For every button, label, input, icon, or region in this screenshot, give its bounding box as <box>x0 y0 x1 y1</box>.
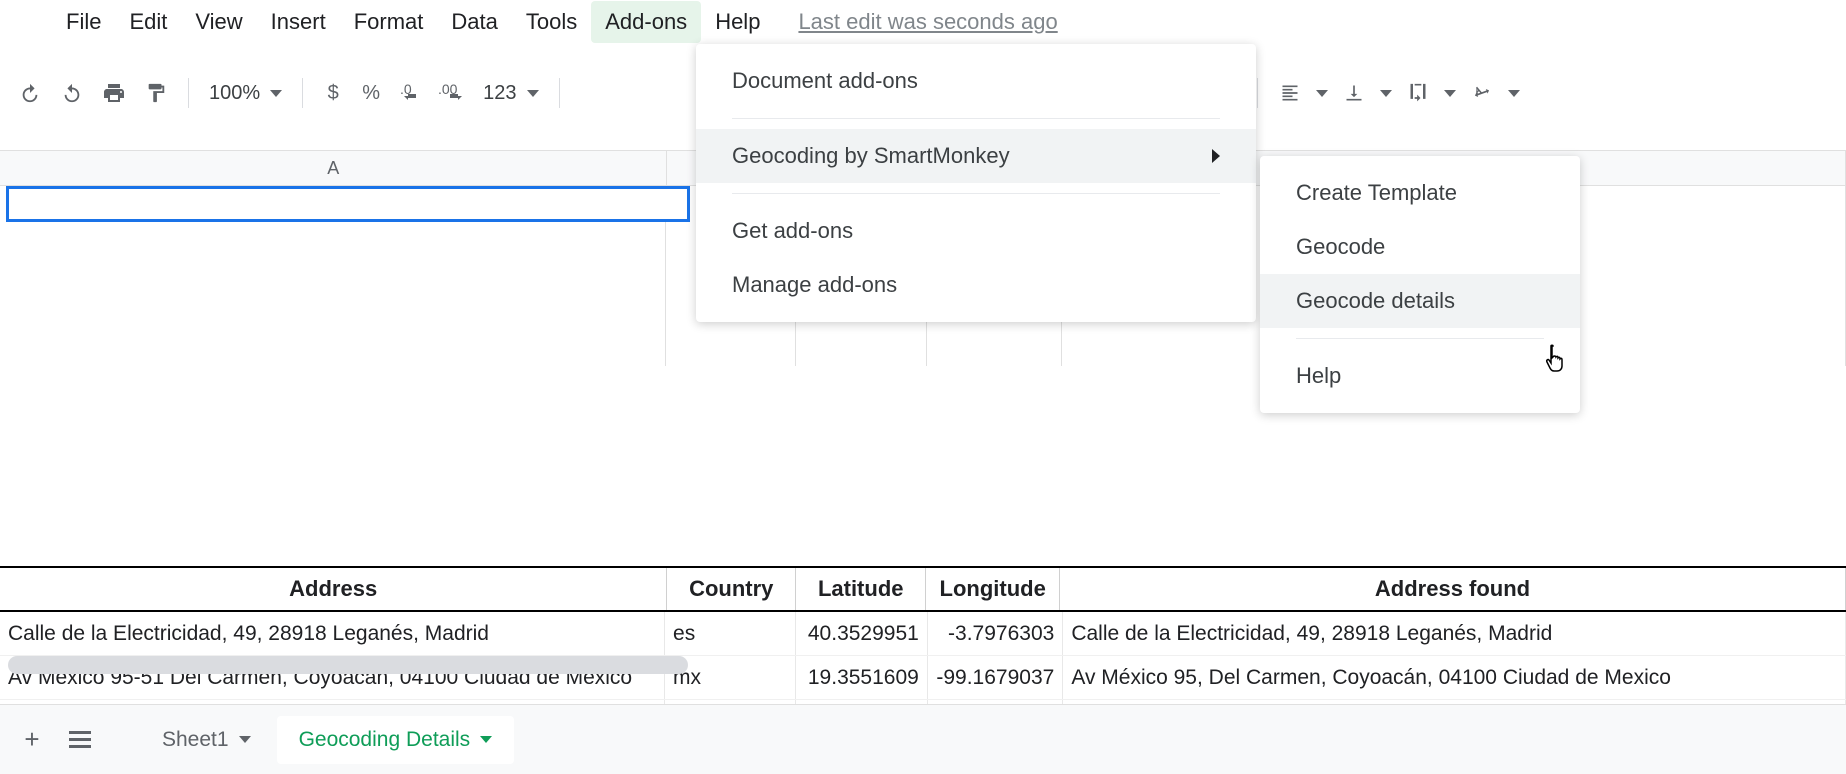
chevron-down-icon <box>1316 90 1328 97</box>
menu-item-label: Get add-ons <box>732 218 853 244</box>
toolbar-separator <box>1257 78 1258 108</box>
tab-geocoding-details[interactable]: Geocoding Details <box>277 716 515 764</box>
menu-item-label: Geocoding by SmartMonkey <box>732 143 1010 169</box>
header-country[interactable]: Country <box>667 568 796 610</box>
paint-format-button[interactable] <box>136 73 176 113</box>
menu-item-label: Geocode details <box>1296 288 1455 314</box>
decrease-decimal-button[interactable]: .0 <box>391 73 431 113</box>
column-header-a[interactable]: A <box>0 151 667 185</box>
menu-addons[interactable]: Add-ons <box>591 1 701 43</box>
menu-data[interactable]: Data <box>437 1 511 43</box>
redo-button[interactable] <box>52 73 92 113</box>
menu-separator <box>1296 338 1544 339</box>
sheet-tabs-bar: + Sheet1 Geocoding Details <box>0 704 1846 774</box>
menu-get-addons[interactable]: Get add-ons <box>696 204 1256 258</box>
submenu-help[interactable]: Help <box>1260 349 1580 403</box>
submenu-geocode-details[interactable]: Geocode details <box>1260 274 1580 328</box>
undo-button[interactable] <box>10 73 50 113</box>
chevron-down-icon <box>480 736 492 743</box>
header-longitude[interactable]: Longitude <box>926 568 1060 610</box>
cell-latitude[interactable]: 40.3529951 <box>796 612 928 655</box>
vertical-align-button[interactable] <box>1334 73 1374 113</box>
table-row: Calle de la Electricidad, 49, 28918 Lega… <box>0 612 1846 656</box>
toolbar-separator <box>559 78 560 108</box>
horizontal-scrollbar[interactable] <box>8 656 1846 674</box>
add-sheet-button[interactable]: + <box>10 718 54 762</box>
menu-format[interactable]: Format <box>340 1 438 43</box>
toolbar-separator <box>302 78 303 108</box>
menu-item-label: Document add-ons <box>732 68 918 94</box>
more-formats-label: 123 <box>483 82 516 105</box>
mouse-cursor-icon <box>1545 344 1569 372</box>
menu-manage-addons[interactable]: Manage add-ons <box>696 258 1256 312</box>
more-formats-dropdown[interactable]: 123 <box>475 82 546 105</box>
format-percent-button[interactable]: % <box>353 82 389 105</box>
menu-item-label: Manage add-ons <box>732 272 897 298</box>
horizontal-align-button[interactable] <box>1270 73 1310 113</box>
chevron-down-icon <box>239 736 251 743</box>
table-header-row: Address Country Latitude Longitude Addre… <box>0 568 1846 612</box>
chevron-down-icon <box>1380 90 1392 97</box>
zoom-dropdown[interactable]: 100% <box>201 82 290 105</box>
zoom-value: 100% <box>209 82 260 105</box>
text-rotation-button[interactable] <box>1462 73 1502 113</box>
menu-insert[interactable]: Insert <box>257 1 340 43</box>
menu-bar: File Edit View Insert Format Data Tools … <box>0 0 1846 44</box>
selected-cell[interactable] <box>6 186 690 222</box>
submenu-geocode[interactable]: Geocode <box>1260 220 1580 274</box>
cell-address[interactable]: Calle de la Electricidad, 49, 28918 Lega… <box>0 612 665 655</box>
submenu-create-template[interactable]: Create Template <box>1260 166 1580 220</box>
menu-tools[interactable]: Tools <box>512 1 591 43</box>
increase-decimal-button[interactable]: .00 <box>433 73 473 113</box>
menu-item-label: Geocode <box>1296 234 1385 260</box>
menu-document-addons[interactable]: Document add-ons <box>696 54 1256 108</box>
menu-help[interactable]: Help <box>701 1 774 43</box>
chevron-down-icon <box>1444 90 1456 97</box>
chevron-right-icon <box>1212 149 1220 163</box>
chevron-down-icon <box>1508 90 1520 97</box>
last-edit-link[interactable]: Last edit was seconds ago <box>798 9 1057 35</box>
menu-item-label: Create Template <box>1296 180 1457 206</box>
text-wrap-button[interactable] <box>1398 73 1438 113</box>
chevron-down-icon <box>270 90 282 97</box>
menu-file[interactable]: File <box>52 1 115 43</box>
tab-label: Geocoding Details <box>299 728 471 752</box>
tab-sheet1[interactable]: Sheet1 <box>140 716 273 764</box>
print-button[interactable] <box>94 73 134 113</box>
all-sheets-button[interactable] <box>58 718 102 762</box>
cell-longitude[interactable]: -3.7976303 <box>928 612 1063 655</box>
menu-separator <box>732 193 1220 194</box>
header-address[interactable]: Address <box>0 568 667 610</box>
header-latitude[interactable]: Latitude <box>796 568 926 610</box>
menu-geocoding-smartmonkey[interactable]: Geocoding by SmartMonkey <box>696 129 1256 183</box>
tab-label: Sheet1 <box>162 728 229 752</box>
toolbar-separator <box>188 78 189 108</box>
menu-separator <box>732 118 1220 119</box>
cell-country[interactable]: es <box>665 612 796 655</box>
menu-edit[interactable]: Edit <box>115 1 181 43</box>
header-address-found[interactable]: Address found <box>1060 568 1846 610</box>
menu-item-label: Help <box>1296 363 1341 389</box>
scrollbar-thumb[interactable] <box>8 656 688 674</box>
chevron-down-icon <box>527 90 539 97</box>
format-currency-button[interactable]: $ <box>315 82 351 105</box>
cell-found[interactable]: Calle de la Electricidad, 49, 28918 Lega… <box>1063 612 1846 655</box>
menu-view[interactable]: View <box>181 1 256 43</box>
geocoding-submenu: Create Template Geocode Geocode details … <box>1260 156 1580 413</box>
addons-dropdown: Document add-ons Geocoding by SmartMonke… <box>696 44 1256 322</box>
